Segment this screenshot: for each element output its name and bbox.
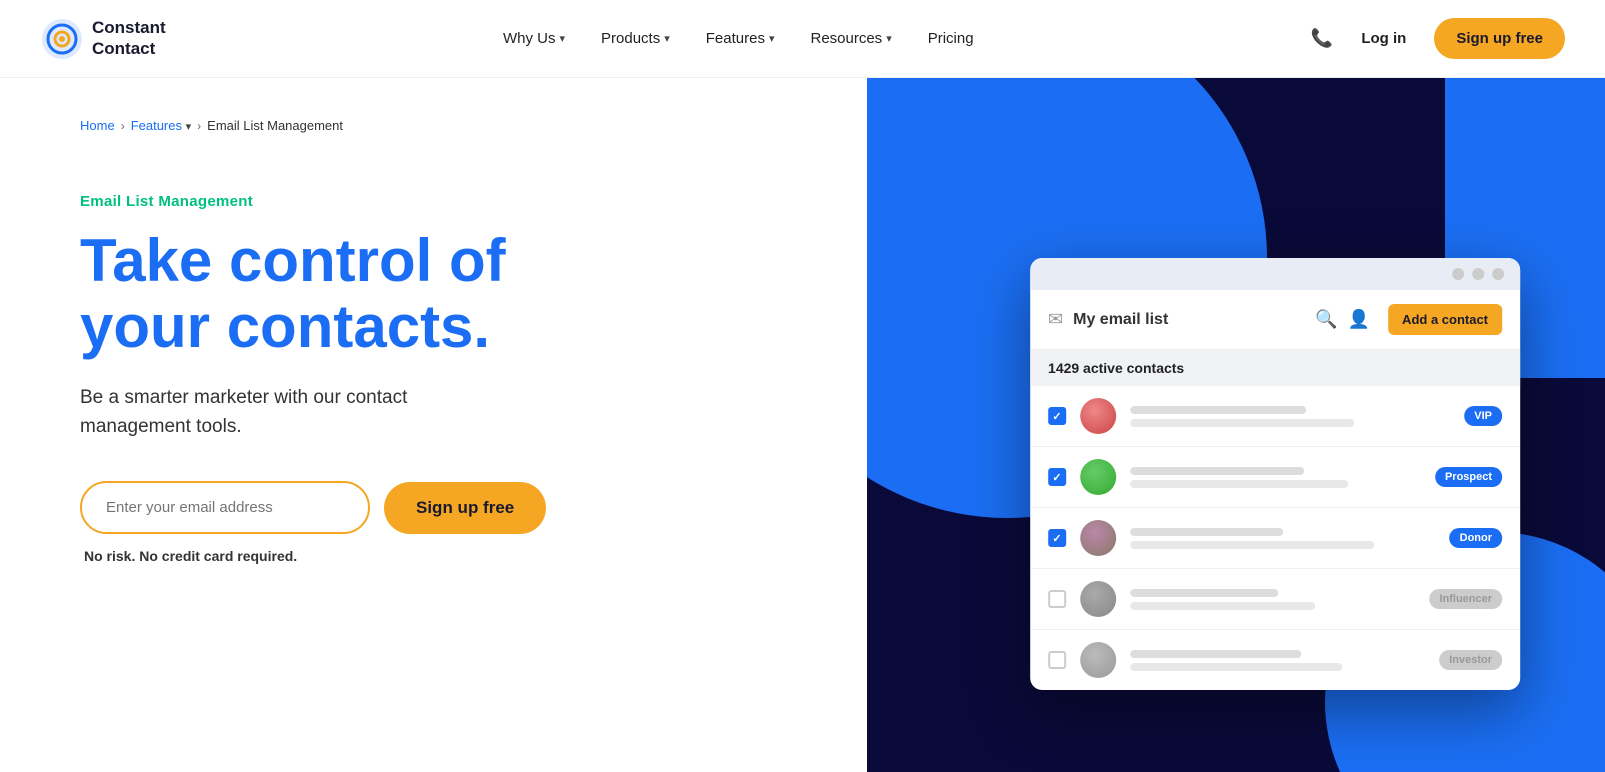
breadcrumb-sep-2: ›: [197, 119, 201, 133]
contact-checkbox-1[interactable]: [1048, 407, 1066, 425]
avatar-3: [1080, 520, 1116, 556]
avatar-4: [1080, 581, 1116, 617]
contact-email-line: [1130, 541, 1374, 549]
tag-donor: Donor: [1450, 528, 1502, 548]
breadcrumb-features[interactable]: Features ▾: [131, 118, 191, 133]
section-label: Email List Management: [80, 193, 660, 210]
hero-title: Take control of your contacts.: [80, 228, 660, 360]
hero-section: Home › Features ▾ › Email List Managemen…: [0, 78, 867, 772]
contact-checkbox-5[interactable]: [1048, 651, 1066, 669]
nav-item-pricing[interactable]: Pricing: [914, 22, 988, 55]
app-mockup-card: ✉ My email list 🔍 👤 Add a contact 1429 a…: [1030, 258, 1520, 690]
tag-influencer: Influencer: [1429, 589, 1502, 609]
hero-illustration: ✉ My email list 🔍 👤 Add a contact 1429 a…: [867, 78, 1605, 772]
tag-investor: Investor: [1439, 650, 1502, 670]
nav-item-resources[interactable]: Resources ▾: [796, 22, 905, 55]
no-risk-text: No risk. No credit card required.: [84, 548, 660, 564]
nav-item-products[interactable]: Products ▾: [587, 22, 684, 55]
chevron-down-icon: ▾: [186, 121, 192, 133]
nav-item-whyus[interactable]: Why Us ▾: [489, 22, 579, 55]
contact-lines-1: [1130, 406, 1450, 427]
tag-prospect: Prospect: [1435, 467, 1502, 487]
chevron-down-icon: ▾: [664, 32, 670, 45]
breadcrumb-current: Email List Management: [207, 118, 343, 133]
email-input[interactable]: [80, 481, 370, 534]
navbar: Constant Contact Why Us ▾ Products ▾ Fea…: [0, 0, 1605, 78]
chevron-down-icon: ▾: [769, 32, 775, 45]
user-icon[interactable]: 👤: [1348, 309, 1370, 330]
signup-main-button[interactable]: Sign up free: [384, 482, 546, 534]
login-button[interactable]: Log in: [1349, 22, 1418, 55]
contact-name-line: [1130, 406, 1306, 414]
contact-email-line: [1130, 419, 1354, 427]
contact-lines-3: [1130, 528, 1436, 549]
breadcrumb: Home › Features ▾ › Email List Managemen…: [80, 118, 807, 133]
breadcrumb-home[interactable]: Home: [80, 118, 115, 133]
window-dot-1: [1452, 268, 1464, 280]
avatar-5: [1080, 642, 1116, 678]
contact-name-line: [1130, 467, 1305, 475]
search-icon[interactable]: 🔍: [1315, 309, 1337, 330]
card-header: ✉ My email list 🔍 👤 Add a contact: [1030, 290, 1520, 350]
contact-lines-5: [1130, 650, 1425, 671]
logo-icon: [40, 17, 84, 61]
avatar-1: [1080, 398, 1116, 434]
active-contacts-count: 1429 active contacts: [1030, 350, 1520, 386]
chevron-down-icon: ▾: [559, 32, 565, 45]
brand-name: Constant Contact: [92, 18, 166, 59]
contact-row: VIP: [1030, 386, 1520, 447]
window-dot-3: [1492, 268, 1504, 280]
contact-lines-4: [1130, 589, 1415, 610]
breadcrumb-sep-1: ›: [121, 119, 125, 133]
envelope-icon: ✉: [1048, 309, 1063, 330]
contact-row: Prospect: [1030, 447, 1520, 508]
contact-email-line: [1130, 663, 1343, 671]
hero-content: Email List Management Take control of yo…: [80, 193, 660, 564]
tag-vip: VIP: [1464, 406, 1502, 426]
hero-subtitle: Be a smarter marketer with our contact m…: [80, 384, 500, 441]
chevron-down-icon: ▾: [886, 32, 892, 45]
contact-name-line: [1130, 650, 1301, 658]
contact-checkbox-2[interactable]: [1048, 468, 1066, 486]
add-contact-button[interactable]: Add a contact: [1388, 304, 1502, 335]
main-container: Home › Features ▾ › Email List Managemen…: [0, 78, 1605, 772]
signup-nav-button[interactable]: Sign up free: [1434, 18, 1565, 59]
logo[interactable]: Constant Contact: [40, 17, 166, 61]
nav-menu: Why Us ▾ Products ▾ Features ▾ Resources…: [489, 22, 988, 55]
contact-email-line: [1130, 480, 1348, 488]
contact-email-line: [1130, 602, 1316, 610]
list-title: My email list: [1073, 311, 1305, 329]
contact-name-line: [1130, 589, 1278, 597]
phone-icon[interactable]: 📞: [1311, 28, 1333, 49]
contact-name-line: [1130, 528, 1283, 536]
contact-row: Donor: [1030, 508, 1520, 569]
cta-row: Sign up free: [80, 481, 660, 534]
contact-row: Investor: [1030, 630, 1520, 690]
window-dot-2: [1472, 268, 1484, 280]
contact-checkbox-4[interactable]: [1048, 590, 1066, 608]
navbar-actions: 📞 Log in Sign up free: [1311, 18, 1565, 59]
avatar-2: [1080, 459, 1116, 495]
card-topbar: [1030, 258, 1520, 290]
contact-lines-2: [1130, 467, 1421, 488]
contact-checkbox-3[interactable]: [1048, 529, 1066, 547]
nav-item-features[interactable]: Features ▾: [692, 22, 789, 55]
contact-row: Influencer: [1030, 569, 1520, 630]
